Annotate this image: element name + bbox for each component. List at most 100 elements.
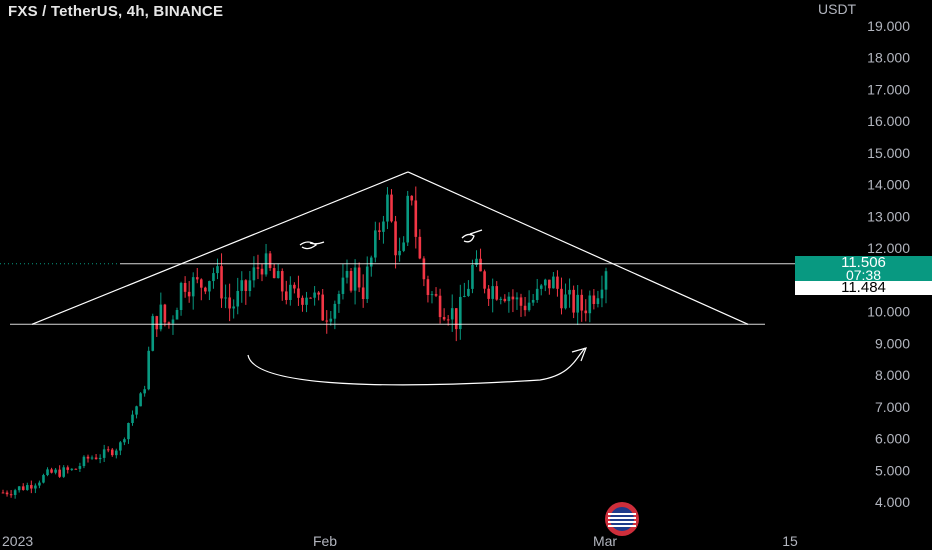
candle-body	[576, 294, 579, 313]
candle-body	[62, 467, 66, 477]
candle-body	[280, 271, 284, 292]
candle-body	[321, 294, 325, 321]
candle-body	[406, 195, 409, 243]
candle-body	[179, 282, 183, 311]
candle-body	[131, 414, 134, 424]
candle-body	[580, 294, 584, 311]
candle-body	[386, 194, 389, 222]
candle-body	[325, 320, 329, 322]
candle-body	[90, 457, 94, 459]
currency-label: USDT	[818, 1, 857, 17]
candle-body	[422, 258, 426, 280]
y-tick-label: 10.000	[867, 304, 910, 320]
candle-body	[418, 236, 422, 259]
flag-icon-stripe	[608, 525, 636, 527]
candle-body	[34, 485, 37, 489]
candle-body	[305, 297, 308, 305]
candle-body	[102, 449, 106, 458]
candle-body	[434, 294, 438, 296]
candle-body	[70, 468, 74, 470]
candle-body	[487, 288, 490, 299]
candle-body	[159, 304, 163, 330]
shoulder-mark-right	[461, 229, 483, 243]
candle-body	[66, 467, 70, 470]
y-tick-label: 4.000	[875, 494, 910, 510]
candle-body	[491, 286, 494, 299]
candle-body	[25, 485, 29, 490]
flag-icon-stripe	[608, 513, 636, 515]
candle-body	[438, 295, 442, 318]
candle-body	[248, 280, 252, 291]
candle-body	[252, 267, 256, 281]
candle-body	[564, 294, 567, 309]
candle-body	[183, 282, 187, 292]
candle-body	[191, 277, 195, 297]
candle-body	[539, 285, 543, 289]
candle-body	[151, 316, 155, 351]
candle-body	[309, 297, 312, 299]
x-tick-label: 2023	[2, 533, 33, 549]
y-tick-label: 19.000	[867, 18, 910, 34]
y-tick-label: 17.000	[867, 81, 910, 97]
candle-body	[86, 456, 90, 459]
y-tick-label: 5.000	[875, 462, 910, 478]
flag-icon	[605, 502, 639, 536]
candle-body	[272, 268, 276, 279]
candle-body	[365, 266, 369, 300]
candle-body	[167, 322, 171, 324]
candle-body	[293, 284, 296, 289]
y-tick-label: 6.000	[875, 431, 910, 447]
shoulder-mark-left	[299, 241, 325, 250]
candle-body	[115, 450, 118, 456]
y-tick-label: 9.000	[875, 335, 910, 351]
candle-body	[54, 469, 57, 473]
candle-body	[604, 271, 608, 290]
candle-body	[268, 253, 272, 269]
candle-body	[212, 273, 215, 282]
candle-body	[284, 291, 288, 300]
candle-body	[353, 267, 357, 291]
candle-body	[171, 319, 175, 324]
candle-body	[483, 271, 486, 289]
candle-body	[208, 281, 211, 292]
curved-arrow	[247, 347, 586, 386]
candle-body	[382, 221, 385, 232]
y-tick-label: 13.000	[867, 208, 910, 224]
y-tick-label: 18.000	[867, 50, 910, 66]
candle-body	[228, 297, 231, 309]
candle-body	[378, 230, 381, 232]
candle-body	[187, 291, 191, 297]
drawings	[0, 171, 795, 386]
candle-body	[313, 292, 316, 298]
candle-body	[127, 423, 130, 440]
candle-body	[147, 350, 150, 390]
candle-body	[523, 305, 527, 311]
candle-body	[46, 469, 49, 476]
candle-body	[471, 264, 474, 289]
candle-body	[584, 310, 588, 314]
candle-body	[232, 306, 235, 309]
candle-body	[503, 298, 507, 302]
candle-body	[216, 266, 219, 274]
x-tick-label: Mar	[593, 533, 617, 549]
candle-body	[543, 279, 547, 286]
candle-body	[374, 230, 377, 258]
y-tick-label: 7.000	[875, 399, 910, 415]
candle-body	[195, 277, 199, 280]
candle-body	[495, 286, 499, 300]
candle-body	[410, 195, 414, 201]
candle-body	[256, 267, 260, 269]
candle-body	[369, 257, 373, 267]
candle-body	[200, 279, 203, 288]
candle-body	[515, 297, 519, 300]
ascending-trendline	[31, 171, 409, 325]
candle-body	[430, 294, 434, 296]
candle-body	[531, 299, 535, 303]
candle-body	[30, 485, 33, 489]
candle-body	[301, 297, 304, 305]
candle-body	[9, 494, 13, 496]
chart-canvas[interactable]: 4.0005.0006.0007.0008.0009.00010.00011.0…	[0, 0, 932, 550]
candle-body	[139, 393, 142, 407]
candle-body	[82, 456, 86, 467]
candle-body	[467, 288, 470, 296]
